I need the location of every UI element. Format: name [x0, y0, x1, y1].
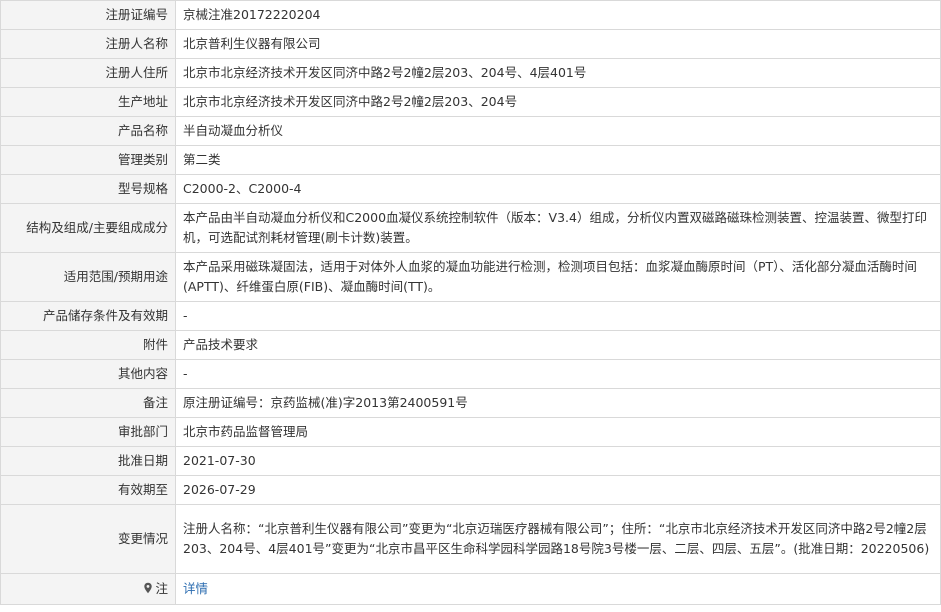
- row-value: 2026-07-29: [175, 475, 941, 505]
- table-row: 变更情况 注册人名称：“北京普利生仪器有限公司”变更为“北京迈瑞医疗器械有限公司…: [0, 504, 941, 574]
- map-pin-icon: [142, 580, 154, 594]
- table-row: 其他内容 -: [0, 359, 941, 389]
- table-row: 注册人住所 北京市北京经济技术开发区同济中路2号2幢2层203、204号、4层4…: [0, 58, 941, 88]
- table-row: 产品储存条件及有效期 -: [0, 301, 941, 331]
- registration-table: 注册证编号 京械注准20172220204 注册人名称 北京普利生仪器有限公司 …: [0, 0, 941, 605]
- row-label: 审批部门: [0, 417, 176, 447]
- row-label: 注册证编号: [0, 0, 176, 30]
- row-value: 注册人名称：“北京普利生仪器有限公司”变更为“北京迈瑞医疗器械有限公司”；住所：…: [175, 504, 941, 574]
- table-row: 批准日期 2021-07-30: [0, 446, 941, 476]
- row-value: 本产品采用磁珠凝固法，适用于对体外人血浆的凝血功能进行检测，检测项目包括：血浆凝…: [175, 252, 941, 302]
- row-value: 本产品由半自动凝血分析仪和C2000血凝仪系统控制软件（版本：V3.4）组成，分…: [175, 203, 941, 253]
- table-row: 注册人名称 北京普利生仪器有限公司: [0, 29, 941, 59]
- table-row: 注册证编号 京械注准20172220204: [0, 0, 941, 30]
- note-row: 注 详情: [0, 573, 941, 605]
- row-label: 附件: [0, 330, 176, 360]
- table-row: 有效期至 2026-07-29: [0, 475, 941, 505]
- row-label: 备注: [0, 388, 176, 418]
- row-value: -: [175, 301, 941, 331]
- row-value: 半自动凝血分析仪: [175, 116, 941, 146]
- row-label: 产品储存条件及有效期: [0, 301, 176, 331]
- row-value: 北京市北京经济技术开发区同济中路2号2幢2层203、204号: [175, 87, 941, 117]
- row-label: 其他内容: [0, 359, 176, 389]
- row-label: 产品名称: [0, 116, 176, 146]
- row-value: 第二类: [175, 145, 941, 175]
- row-label: 有效期至: [0, 475, 176, 505]
- table-row: 产品名称 半自动凝血分析仪: [0, 116, 941, 146]
- row-value: 产品技术要求: [175, 330, 941, 360]
- row-label: 变更情况: [0, 504, 176, 574]
- row-value: 京械注准20172220204: [175, 0, 941, 30]
- note-label-cell: 注: [0, 573, 176, 605]
- row-value: 北京市北京经济技术开发区同济中路2号2幢2层203、204号、4层401号: [175, 58, 941, 88]
- row-label: 型号规格: [0, 174, 176, 204]
- row-label: 批准日期: [0, 446, 176, 476]
- table-row: 管理类别 第二类: [0, 145, 941, 175]
- details-link[interactable]: 详情: [183, 581, 208, 596]
- table-row: 备注 原注册证编号：京药监械(准)字2013第2400591号: [0, 388, 941, 418]
- row-label: 适用范围/预期用途: [0, 252, 176, 302]
- note-label: 注: [155, 581, 168, 596]
- row-value: 原注册证编号：京药监械(准)字2013第2400591号: [175, 388, 941, 418]
- table-row: 审批部门 北京市药品监督管理局: [0, 417, 941, 447]
- row-value: 北京普利生仪器有限公司: [175, 29, 941, 59]
- row-value: C2000-2、C2000-4: [175, 174, 941, 204]
- row-value: 2021-07-30: [175, 446, 941, 476]
- note-value-cell: 详情: [175, 573, 941, 605]
- table-row: 结构及组成/主要组成成分 本产品由半自动凝血分析仪和C2000血凝仪系统控制软件…: [0, 203, 941, 253]
- table-row: 生产地址 北京市北京经济技术开发区同济中路2号2幢2层203、204号: [0, 87, 941, 117]
- row-label: 管理类别: [0, 145, 176, 175]
- row-label: 注册人住所: [0, 58, 176, 88]
- row-label: 结构及组成/主要组成成分: [0, 203, 176, 253]
- table-row: 型号规格 C2000-2、C2000-4: [0, 174, 941, 204]
- row-value: -: [175, 359, 941, 389]
- table-row: 附件 产品技术要求: [0, 330, 941, 360]
- row-label: 注册人名称: [0, 29, 176, 59]
- row-value: 北京市药品监督管理局: [175, 417, 941, 447]
- row-label: 生产地址: [0, 87, 176, 117]
- table-row: 适用范围/预期用途 本产品采用磁珠凝固法，适用于对体外人血浆的凝血功能进行检测，…: [0, 252, 941, 302]
